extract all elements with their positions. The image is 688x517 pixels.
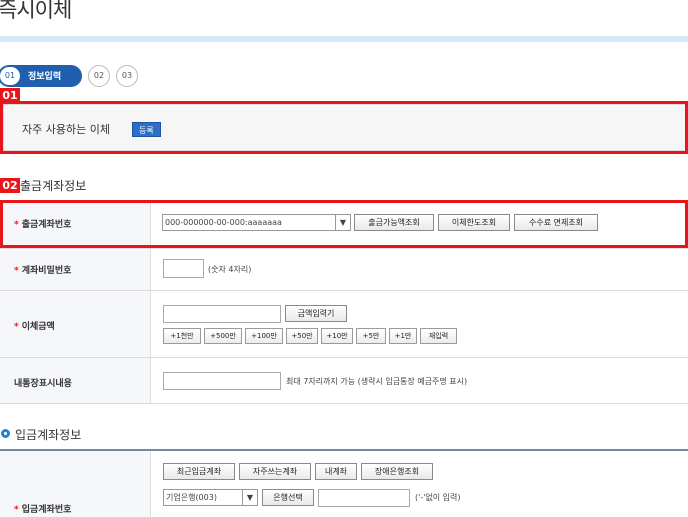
annotation-box-1 <box>0 101 688 154</box>
required-mark: * <box>14 505 19 515</box>
password-label-text: 계좌비밀번호 <box>21 266 72 276</box>
required-mark: * <box>14 266 19 276</box>
amount-add-100k-button[interactable]: +10만 <box>321 328 353 344</box>
amount-keypad-button[interactable]: 금액입력기 <box>285 305 347 322</box>
deposit-section-title: 입금계좌정보 <box>15 428 82 442</box>
memo-label: 내통장표시내용 <box>14 379 72 389</box>
step-2: 02 <box>88 65 110 87</box>
annotation-tag-1: 01 <box>0 88 20 103</box>
page-title: 즉시이체 <box>0 0 72 22</box>
withdraw-section-title: 출금계좌정보 <box>20 179 87 193</box>
deposit-account-label-text: 입금계좌번호 <box>21 505 72 515</box>
bank-outage-button[interactable]: 장애은행조회 <box>361 463 433 480</box>
row-divider <box>0 357 688 358</box>
step-3: 03 <box>116 65 138 87</box>
bank-select[interactable]: 기업은행(003) ▼ <box>163 489 258 506</box>
withdraw-table-bottom-border <box>0 403 688 404</box>
annotation-tag-2: 02 <box>0 178 20 193</box>
deposit-account-hint: ('-'없이 입력) <box>415 493 461 502</box>
section-bullet-icon <box>1 429 10 438</box>
amount-add-1m-button[interactable]: +100만 <box>245 328 283 344</box>
annotation-box-2 <box>0 200 688 248</box>
amount-add-50k-button[interactable]: +5만 <box>356 328 386 344</box>
amount-input[interactable] <box>163 305 281 323</box>
amount-add-10m-button[interactable]: +1천만 <box>163 328 201 344</box>
frequent-accounts-button[interactable]: 자주쓰는계좌 <box>239 463 311 480</box>
deposit-account-input[interactable] <box>318 489 410 507</box>
title-underline <box>0 36 688 42</box>
password-hint: (숫자 4자리) <box>208 265 252 274</box>
my-accounts-button[interactable]: 내계좌 <box>315 463 357 480</box>
memo-input[interactable] <box>163 372 281 390</box>
step-1-active: 01 정보입력 <box>0 65 82 87</box>
password-input[interactable] <box>163 259 204 278</box>
row-divider <box>0 290 688 291</box>
required-mark: * <box>14 322 19 332</box>
bank-select-value: 기업은행(003) <box>166 493 217 502</box>
amount-add-5m-button[interactable]: +500만 <box>204 328 242 344</box>
step-1-label: 정보입력 <box>28 72 62 82</box>
deposit-account-label: * 입금계좌번호 <box>14 502 71 515</box>
amount-add-500k-button[interactable]: +50만 <box>286 328 318 344</box>
amount-label-text: 이체금액 <box>21 322 55 332</box>
memo-hint: 최대 7자리까지 가능 (생략시 입금통장 예금주명 표시) <box>286 377 468 386</box>
amount-add-10k-button[interactable]: +1만 <box>389 328 417 344</box>
row-divider <box>0 248 688 249</box>
select-bank-button[interactable]: 은행선택 <box>262 489 314 506</box>
recent-accounts-button[interactable]: 최근입금계좌 <box>163 463 235 480</box>
chevron-down-icon[interactable]: ▼ <box>242 490 257 505</box>
password-label: * 계좌비밀번호 <box>14 263 71 276</box>
amount-reset-button[interactable]: 재입력 <box>420 328 457 344</box>
amount-label: * 이체금액 <box>14 319 55 332</box>
step-1-number: 01 <box>0 67 20 85</box>
